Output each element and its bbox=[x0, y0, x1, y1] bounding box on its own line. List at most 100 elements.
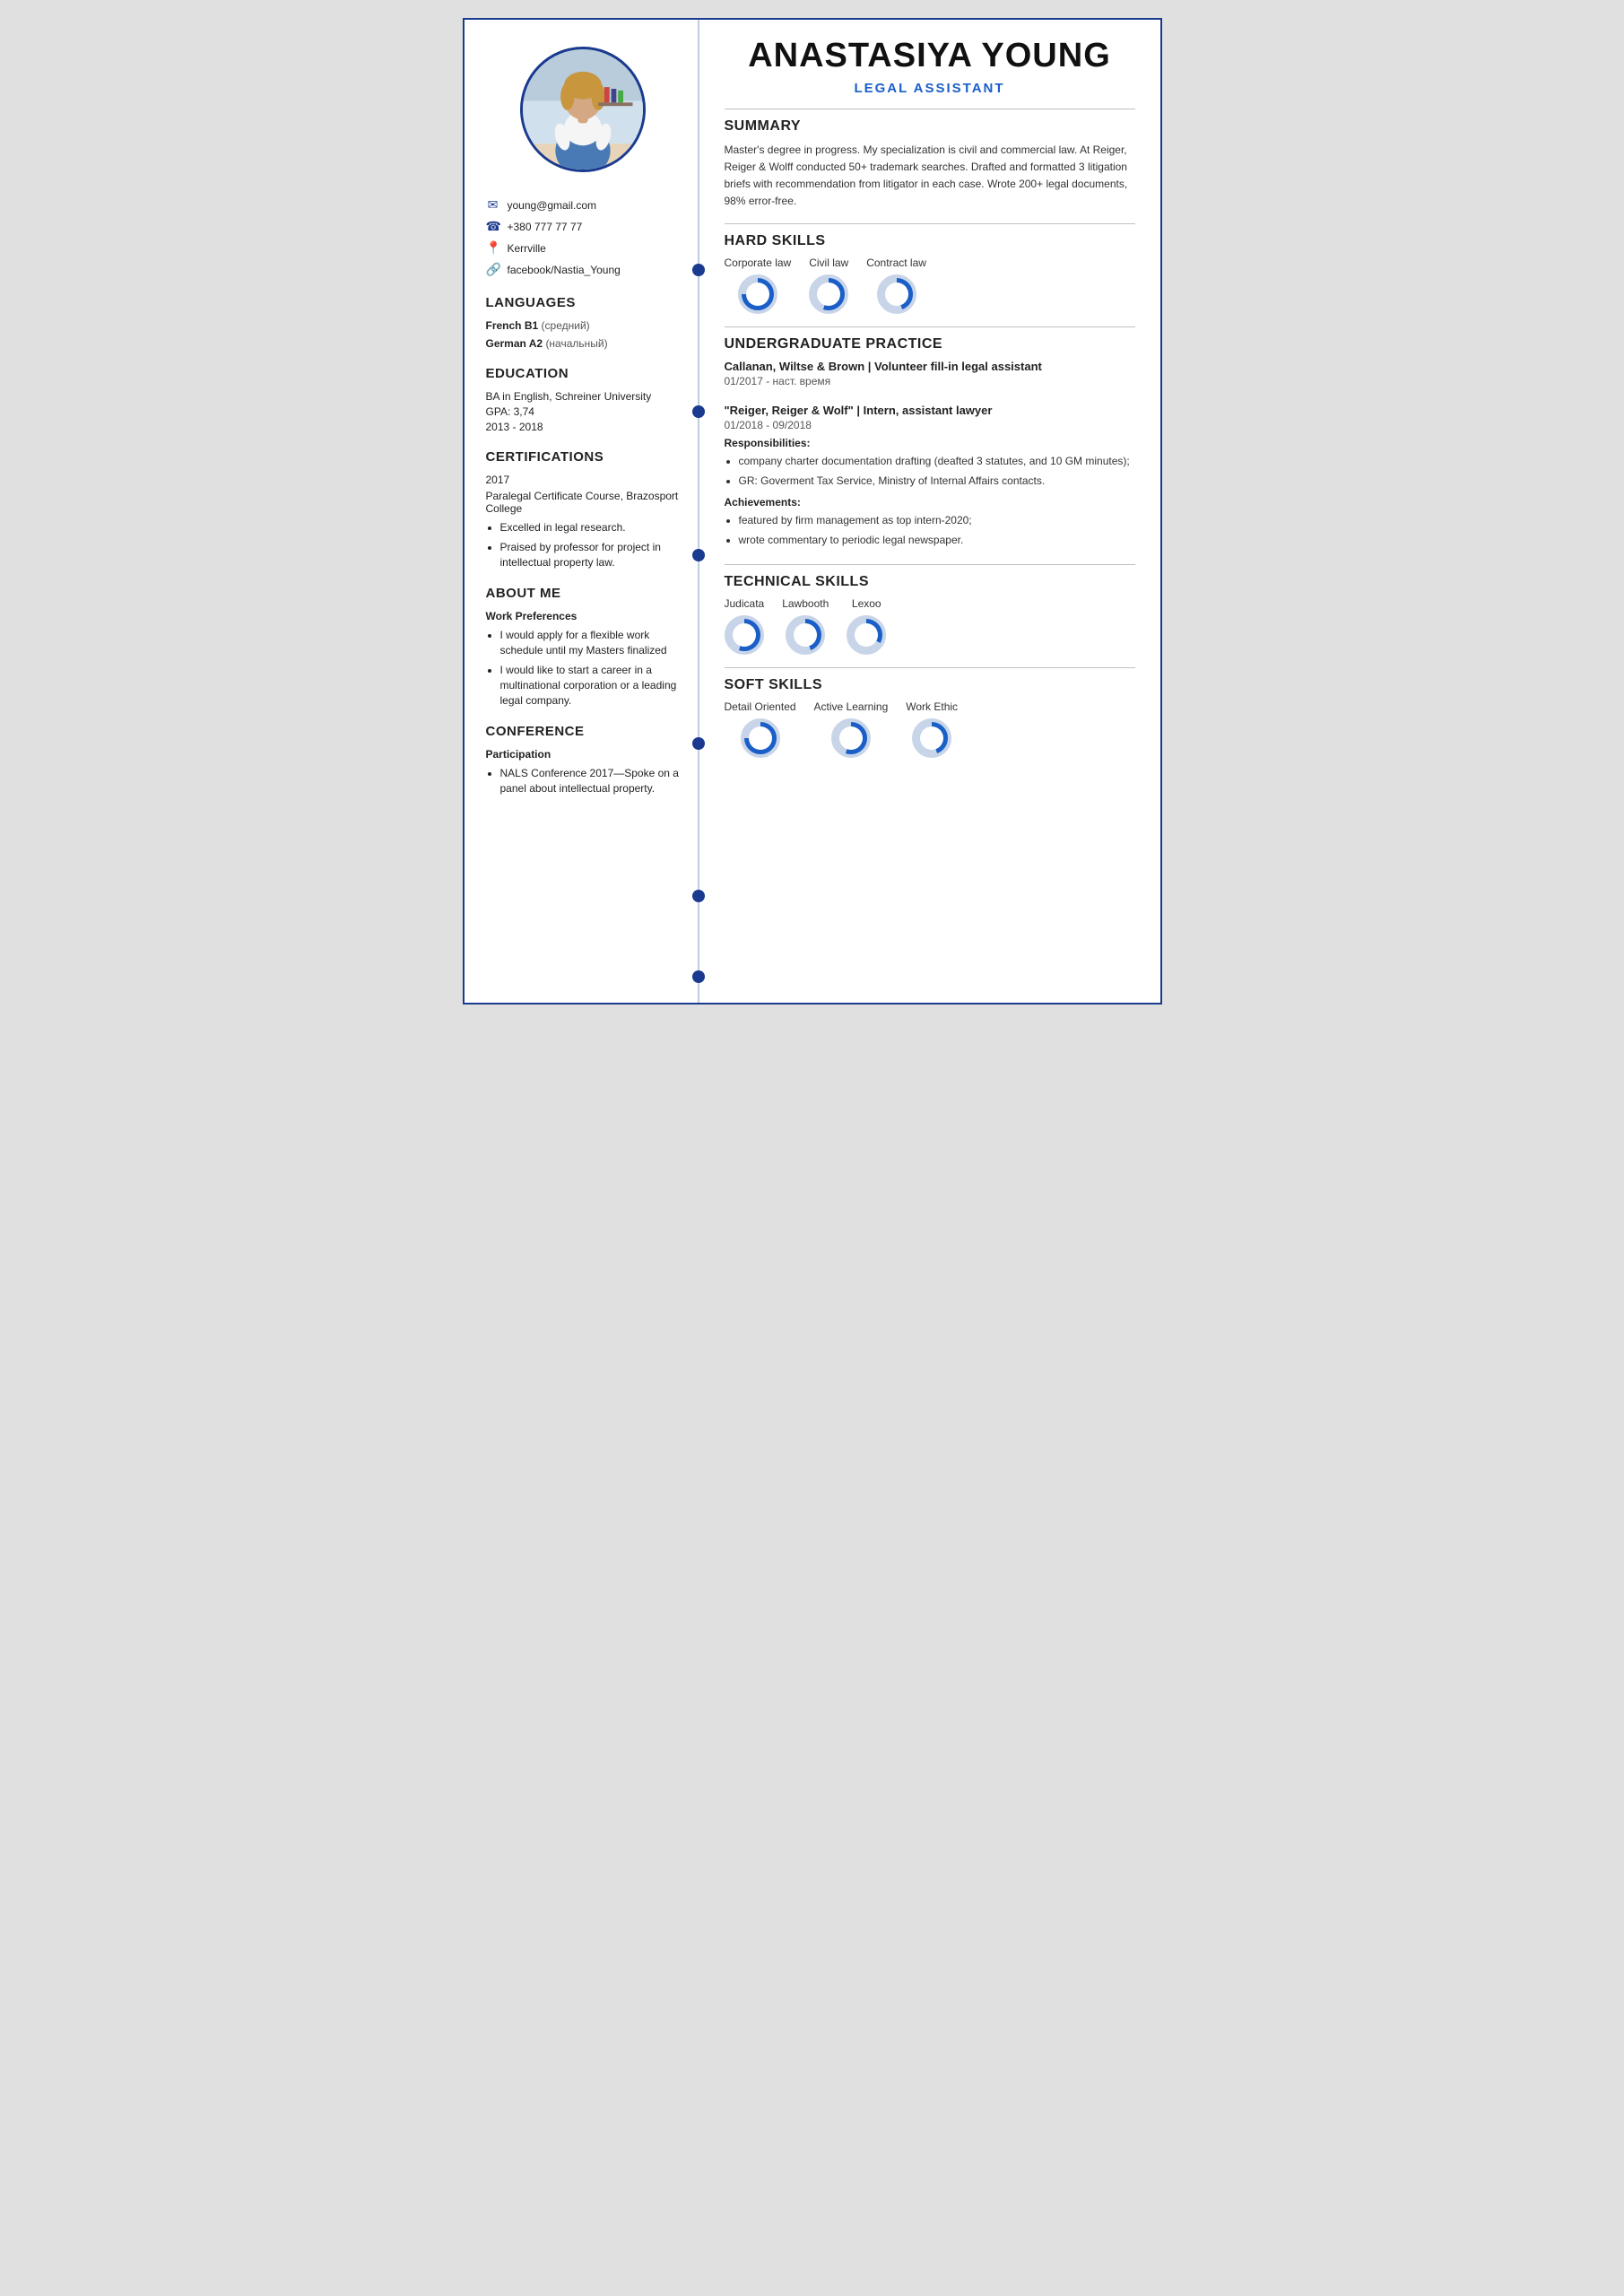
cert-bullet-1: Excelled in legal research. bbox=[500, 520, 680, 535]
hard-skill-civil: Civil law bbox=[809, 257, 848, 314]
practice-date-1: 01/2017 - наст. время bbox=[725, 375, 1135, 387]
soft-skill-detail-circle bbox=[741, 718, 780, 758]
technical-skills-section: TECHNICAL SKILLS Judicata Lawbooth Lexoo bbox=[725, 574, 1135, 655]
summary-title: SUMMARY bbox=[725, 118, 1135, 135]
soft-skills-section: SOFT SKILLS Detail Oriented Active Learn… bbox=[725, 677, 1135, 758]
hard-skill-civil-label: Civil law bbox=[809, 257, 848, 269]
soft-skill-learning-circle bbox=[831, 718, 871, 758]
summary-text: Master's degree in progress. My speciali… bbox=[725, 142, 1135, 211]
name-area: ANASTASIYA YOUNG LEGAL ASSISTANT bbox=[725, 38, 1135, 96]
location-value: Kerrville bbox=[508, 242, 546, 255]
edu-years: 2013 - 2018 bbox=[486, 421, 680, 433]
resp-bullet-1: company charter documentation drafting (… bbox=[739, 453, 1135, 469]
job-title: LEGAL ASSISTANT bbox=[725, 81, 1135, 96]
soft-skill-ethic-label: Work Ethic bbox=[906, 700, 958, 713]
tech-skill-lawbooth: Lawbooth bbox=[782, 597, 829, 655]
soft-skills-title: SOFT SKILLS bbox=[725, 677, 1135, 693]
practice-section: UNDERGRADUATE PRACTICE Callanan, Wiltse … bbox=[725, 336, 1135, 548]
profile-photo bbox=[520, 47, 646, 172]
about-me-section: ABOUT ME Work Preferences I would apply … bbox=[486, 586, 680, 708]
hard-skills-title: HARD SKILLS bbox=[725, 233, 1135, 249]
tech-skill-judicata-label: Judicata bbox=[725, 597, 765, 610]
tech-skill-lexoo-circle bbox=[847, 615, 886, 655]
social-icon: 🔗 bbox=[486, 262, 500, 277]
responsibilities-bullets: company charter documentation drafting (… bbox=[725, 453, 1135, 489]
lang-german: German A2 (начальный) bbox=[486, 337, 680, 350]
conference-bullet-1: NALS Conference 2017—Spoke on a panel ab… bbox=[500, 766, 680, 796]
about-me-bullets: I would apply for a flexible work schedu… bbox=[486, 628, 680, 708]
hard-skills-grid: Corporate law Civil law Contract law bbox=[725, 257, 1135, 314]
pref-bullet-2: I would like to start a career in a mult… bbox=[500, 663, 680, 708]
resp-bullet-2: GR: Goverment Tax Service, Ministry of I… bbox=[739, 473, 1135, 489]
email-item: ✉ young@gmail.com bbox=[486, 197, 680, 213]
hard-skill-civil-circle bbox=[809, 274, 848, 314]
summary-section: SUMMARY Master's degree in progress. My … bbox=[725, 118, 1135, 211]
hard-skill-corporate: Corporate law bbox=[725, 257, 792, 314]
email-value: young@gmail.com bbox=[508, 199, 597, 212]
email-icon: ✉ bbox=[486, 197, 500, 213]
soft-skill-ethic: Work Ethic bbox=[906, 700, 958, 758]
phone-value: +380 777 77 77 bbox=[508, 221, 583, 233]
hard-skill-corporate-circle bbox=[738, 274, 777, 314]
tech-skill-lawbooth-label: Lawbooth bbox=[782, 597, 829, 610]
cert-bullets: Excelled in legal research. Praised by p… bbox=[486, 520, 680, 570]
practice-date-2: 01/2018 - 09/2018 bbox=[725, 419, 1135, 431]
pref-bullet-1: I would apply for a flexible work schedu… bbox=[500, 628, 680, 658]
work-preferences-label: Work Preferences bbox=[486, 610, 680, 622]
education-title: EDUCATION bbox=[486, 366, 680, 381]
timeline-dot-6 bbox=[692, 970, 705, 983]
timeline-divider bbox=[698, 20, 699, 1003]
practice-org-2: "Reiger, Reiger & Wolf" | Intern, assist… bbox=[725, 404, 1135, 417]
timeline-dot-2 bbox=[692, 405, 705, 418]
right-column: ANASTASIYA YOUNG LEGAL ASSISTANT SUMMARY… bbox=[699, 20, 1160, 1003]
practice-entry-2: "Reiger, Reiger & Wolf" | Intern, assist… bbox=[725, 404, 1135, 548]
timeline-dot-5 bbox=[692, 890, 705, 902]
edu-gpa: GPA: 3,74 bbox=[486, 405, 680, 418]
hard-skill-contract-circle bbox=[877, 274, 916, 314]
conference-section: CONFERENCE Participation NALS Conference… bbox=[486, 724, 680, 796]
divider-after-summary bbox=[725, 223, 1135, 224]
languages-title: LANGUAGES bbox=[486, 295, 680, 310]
education-section: EDUCATION BA in English, Schreiner Unive… bbox=[486, 366, 680, 433]
hard-skill-contract: Contract law bbox=[866, 257, 926, 314]
achievements-label: Achievements: bbox=[725, 496, 1135, 509]
tech-skill-lawbooth-circle bbox=[786, 615, 825, 655]
photo-area bbox=[486, 47, 680, 172]
hard-skills-section: HARD SKILLS Corporate law Civil law Cont… bbox=[725, 233, 1135, 314]
conference-title: CONFERENCE bbox=[486, 724, 680, 739]
timeline-dot-3 bbox=[692, 549, 705, 561]
conference-bullets: NALS Conference 2017—Spoke on a panel ab… bbox=[486, 766, 680, 796]
soft-skill-detail-label: Detail Oriented bbox=[725, 700, 796, 713]
ach-bullet-1: featured by firm management as top inter… bbox=[739, 512, 1135, 528]
cert-bullet-2: Praised by professor for project in inte… bbox=[500, 540, 680, 570]
soft-skill-learning: Active Learning bbox=[814, 700, 889, 758]
tech-skill-judicata: Judicata bbox=[725, 597, 765, 655]
timeline-dot-4 bbox=[692, 737, 705, 750]
edu-degree: BA in English, Schreiner University bbox=[486, 390, 680, 403]
certifications-section: CERTIFICATIONS 2017 Paralegal Certificat… bbox=[486, 449, 680, 570]
hard-skill-corporate-label: Corporate law bbox=[725, 257, 792, 269]
cert-name: Paralegal Certificate Course, Brazosport… bbox=[486, 490, 680, 515]
languages-section: LANGUAGES French B1 (средний) German A2 … bbox=[486, 295, 680, 350]
tech-skill-judicata-circle bbox=[725, 615, 764, 655]
soft-skill-detail: Detail Oriented bbox=[725, 700, 796, 758]
practice-org-1: Callanan, Wiltse & Brown | Volunteer fil… bbox=[725, 360, 1135, 373]
tech-skill-lexoo-label: Lexoo bbox=[852, 597, 881, 610]
responsibilities-label: Responsibilities: bbox=[725, 437, 1135, 449]
conference-participation-label: Participation bbox=[486, 748, 680, 761]
location-item: 📍 Kerrville bbox=[486, 240, 680, 256]
lang-french: French B1 (средний) bbox=[486, 319, 680, 332]
left-column: ✉ young@gmail.com ☎ +380 777 77 77 📍 Ker… bbox=[465, 20, 698, 1003]
divider-after-hard-skills bbox=[725, 326, 1135, 327]
divider-after-tech-skills bbox=[725, 667, 1135, 668]
candidate-name: ANASTASIYA YOUNG bbox=[725, 38, 1135, 75]
divider-after-practice bbox=[725, 564, 1135, 565]
technical-skills-title: TECHNICAL SKILLS bbox=[725, 574, 1135, 590]
about-me-title: ABOUT ME bbox=[486, 586, 680, 601]
social-item: 🔗 facebook/Nastia_Young bbox=[486, 262, 680, 277]
cert-year: 2017 bbox=[486, 474, 680, 486]
certifications-title: CERTIFICATIONS bbox=[486, 449, 680, 465]
resume-wrapper: ✉ young@gmail.com ☎ +380 777 77 77 📍 Ker… bbox=[463, 18, 1162, 1004]
contact-section: ✉ young@gmail.com ☎ +380 777 77 77 📍 Ker… bbox=[486, 197, 680, 277]
social-value: facebook/Nastia_Young bbox=[508, 264, 621, 276]
